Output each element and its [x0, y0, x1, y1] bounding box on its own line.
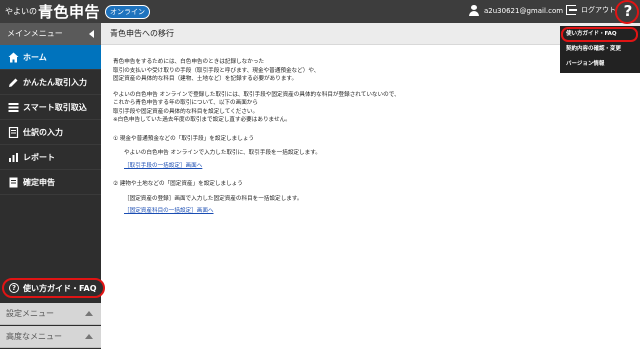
sidebar-header: メインメニュー: [0, 23, 101, 45]
step-fixed-assets: ② 建物や土地などの「固定資産」を設定しましょう ［固定資産の登録］画面で入力し…: [113, 180, 533, 216]
sidebar-sub-label: 設定メニュー: [6, 309, 54, 318]
logo-prefix: やよいの: [5, 7, 37, 16]
main-content: 青色申告をするためには、白色申告のときは記録しなかった 取引の支払いや受け取りの…: [113, 58, 533, 216]
text-line: 取引手段や固定資産の具体的な科目を設定してください。: [113, 108, 259, 115]
sidebar: メインメニュー ホーム かんたん取引入力 スマート取引取込 仕訳の入力 レポート…: [0, 23, 105, 349]
sidebar-item-home[interactable]: ホーム: [0, 45, 101, 70]
expand-up-icon: [85, 334, 93, 339]
sidebar-item-smart-import[interactable]: スマート取引取込: [0, 95, 101, 120]
fixed-asset-bulk-link[interactable]: ［固定資産科目の一括設定］画面へ: [124, 207, 533, 216]
app-logo[interactable]: やよいの 青色申告 オンライン: [5, 2, 151, 21]
sidebar-faq-label: 使い方ガイド・FAQ: [23, 283, 97, 293]
faq-highlight-ring: [561, 27, 638, 42]
user-account[interactable]: a2u30621@gmail.com: [469, 5, 563, 16]
menu-item-version[interactable]: バージョン情報: [560, 58, 640, 71]
text-line: 青色申告をするためには、白色申告のときは記録しなかった: [113, 59, 265, 65]
intro-paragraph: 青色申告をするためには、白色申告のときは記録しなかった 取引の支払いや受け取りの…: [113, 58, 533, 84]
logo-main-text: 青色申告: [38, 3, 101, 21]
text-line: やよいの白色申告 オンラインで登録した取引には、取引手段や固定資産の具体的な科目…: [113, 91, 400, 98]
sidebar-item-label: スマート取引取込: [23, 102, 87, 112]
collapse-icon[interactable]: [89, 30, 94, 38]
sidebar-settings-menu[interactable]: 設定メニュー: [0, 303, 101, 325]
help-highlight-ring: [615, 0, 639, 24]
question-icon: ?: [9, 283, 19, 293]
chart-icon: [9, 152, 18, 162]
text-line: 固定資産の具体的な科目（建物、土地など）を記録する必要があります。: [113, 76, 298, 82]
step-payment-method: ① 現金や普通預金などの「取引手段」を設定しましょう やよいの白色申告 オンライ…: [113, 135, 533, 171]
step-heading: ② 建物や土地などの「固定資産」を設定しましょう: [113, 181, 243, 187]
sidebar-item-report[interactable]: レポート: [0, 145, 101, 170]
text-line: 取引の支払いや受け取りの手段（取引手段と呼びます、現金や普通預金など）や、: [113, 67, 320, 74]
document-icon: [9, 177, 18, 187]
user-email: a2u30621@gmail.com: [484, 6, 564, 15]
step-heading: ① 現金や普通預金などの「取引手段」を設定しましょう: [113, 135, 255, 142]
sidebar-item-label: 確定申告: [23, 177, 55, 187]
step-description: やよいの白色申告 オンラインで入力した取引に、取引手段を一括設定します。: [124, 150, 321, 156]
sidebar-item-tax-return[interactable]: 確定申告: [0, 170, 101, 195]
logout-icon: [566, 5, 577, 15]
app-window: やよいの 青色申告 オンライン a2u30621@gmail.com ログアウト…: [0, 0, 640, 349]
import-icon: [8, 102, 19, 112]
pencil-icon: [9, 78, 18, 87]
logout-button[interactable]: ログアウト: [566, 5, 616, 15]
sidebar-item-label: 仕訳の入力: [23, 127, 63, 137]
sidebar-item-faq[interactable]: ? 使い方ガイド・FAQ: [2, 278, 105, 298]
top-bar: やよいの 青色申告 オンライン a2u30621@gmail.com ログアウト…: [0, 0, 640, 23]
sidebar-item-label: レポート: [23, 152, 55, 162]
expand-up-icon: [85, 311, 93, 316]
sidebar-item-journal[interactable]: 仕訳の入力: [0, 120, 101, 145]
user-icon: [469, 5, 479, 16]
sidebar-item-quick-entry[interactable]: かんたん取引入力: [0, 70, 101, 95]
sidebar-title: メインメニュー: [7, 29, 63, 38]
home-icon: [8, 52, 19, 62]
online-badge: オンライン: [105, 4, 151, 19]
sidebar-advanced-menu[interactable]: 高度なメニュー: [0, 326, 101, 348]
logout-label: ログアウト: [581, 6, 616, 14]
text-line: これから青色申告する年の取引について、以下の画面から: [113, 100, 258, 106]
sidebar-sub-label: 高度なメニュー: [6, 332, 62, 341]
text-line: ※白色申告していた過去年度の取引まで設定し直す必要はありません。: [113, 117, 291, 123]
sidebar-item-label: ホーム: [23, 52, 47, 62]
journal-icon: [8, 126, 19, 138]
menu-item-contract[interactable]: 契約内容の確認・変更: [560, 43, 640, 56]
note-paragraph: やよいの白色申告 オンラインで登録した取引には、取引手段や固定資産の具体的な科目…: [113, 91, 533, 125]
step-description: ［固定資産の登録］画面で入力した固定資産の科目を一括設定します。: [124, 195, 303, 202]
sidebar-item-label: かんたん取引入力: [23, 77, 87, 87]
payment-method-bulk-link[interactable]: ［取引手段の一括設定］画面へ: [124, 162, 533, 171]
